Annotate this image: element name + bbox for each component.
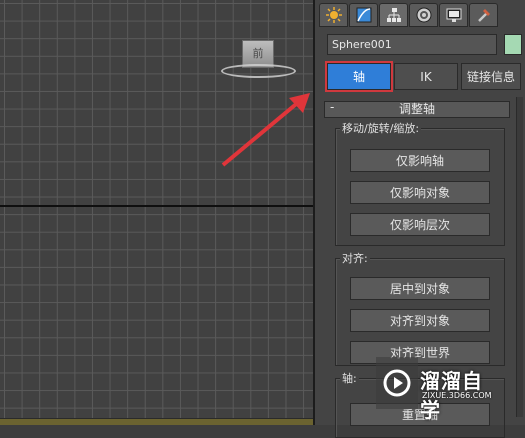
group-label-align: 对齐: [340,250,370,266]
affect-hierarchy-only-button[interactable]: 仅影响层次 [350,213,490,236]
tab-hierarchy[interactable] [379,3,408,27]
object-color-swatch[interactable] [504,34,522,55]
world-x-axis-line [0,205,313,207]
timeline-strip [0,418,313,425]
group-label-axis: 轴: [340,370,359,386]
tab-create[interactable] [319,3,348,27]
alignment-group: 对齐: 居中到对象 对齐到对象 对齐到世界 [335,250,505,366]
tab-utilities[interactable] [469,3,498,27]
utilities-icon [477,9,490,22]
annotation-arrow-icon [221,93,310,167]
command-panel-tabs [319,3,498,27]
tab-display[interactable] [439,3,468,27]
tab-motion[interactable] [409,3,438,27]
object-name-field[interactable]: Sphere001 [327,34,497,55]
hierarchy-icon [386,8,401,22]
motion-icon [416,7,431,23]
center-to-object-button[interactable]: 居中到对象 [350,277,490,300]
affect-object-only-button[interactable]: 仅影响对象 [350,181,490,204]
modify-icon [356,7,371,23]
rollout-title: 调整轴 [398,102,435,116]
panel-scrollbar[interactable] [516,97,523,417]
pivot-button[interactable]: 轴 [325,61,393,92]
move-rotate-scale-group: 移动/旋转/缩放: 仅影响轴 仅影响对象 仅影响层次 [335,120,505,246]
ik-button[interactable]: IK [394,63,458,90]
create-icon [325,7,342,23]
adjust-pivot-rollout-header[interactable]: - 调整轴 [324,100,510,118]
affect-pivot-only-button[interactable]: 仅影响轴 [350,149,490,172]
link-info-button[interactable]: 链接信息 [461,63,521,90]
group-label-move: 移动/旋转/缩放: [340,120,422,136]
collapse-toggle[interactable]: - [330,100,334,115]
watermark-logo-icon [376,357,418,409]
viewcube-ring[interactable] [221,64,296,78]
watermark: 溜溜自学 ZIXUE.3D66.COM [376,357,496,422]
display-icon [446,8,461,22]
viewport[interactable]: 前 [0,0,313,425]
tab-modify[interactable] [349,3,378,27]
align-to-object-button[interactable]: 对齐到对象 [350,309,490,332]
watermark-url: ZIXUE.3D66.COM [422,391,492,400]
viewcube[interactable]: 前 [221,36,296,80]
